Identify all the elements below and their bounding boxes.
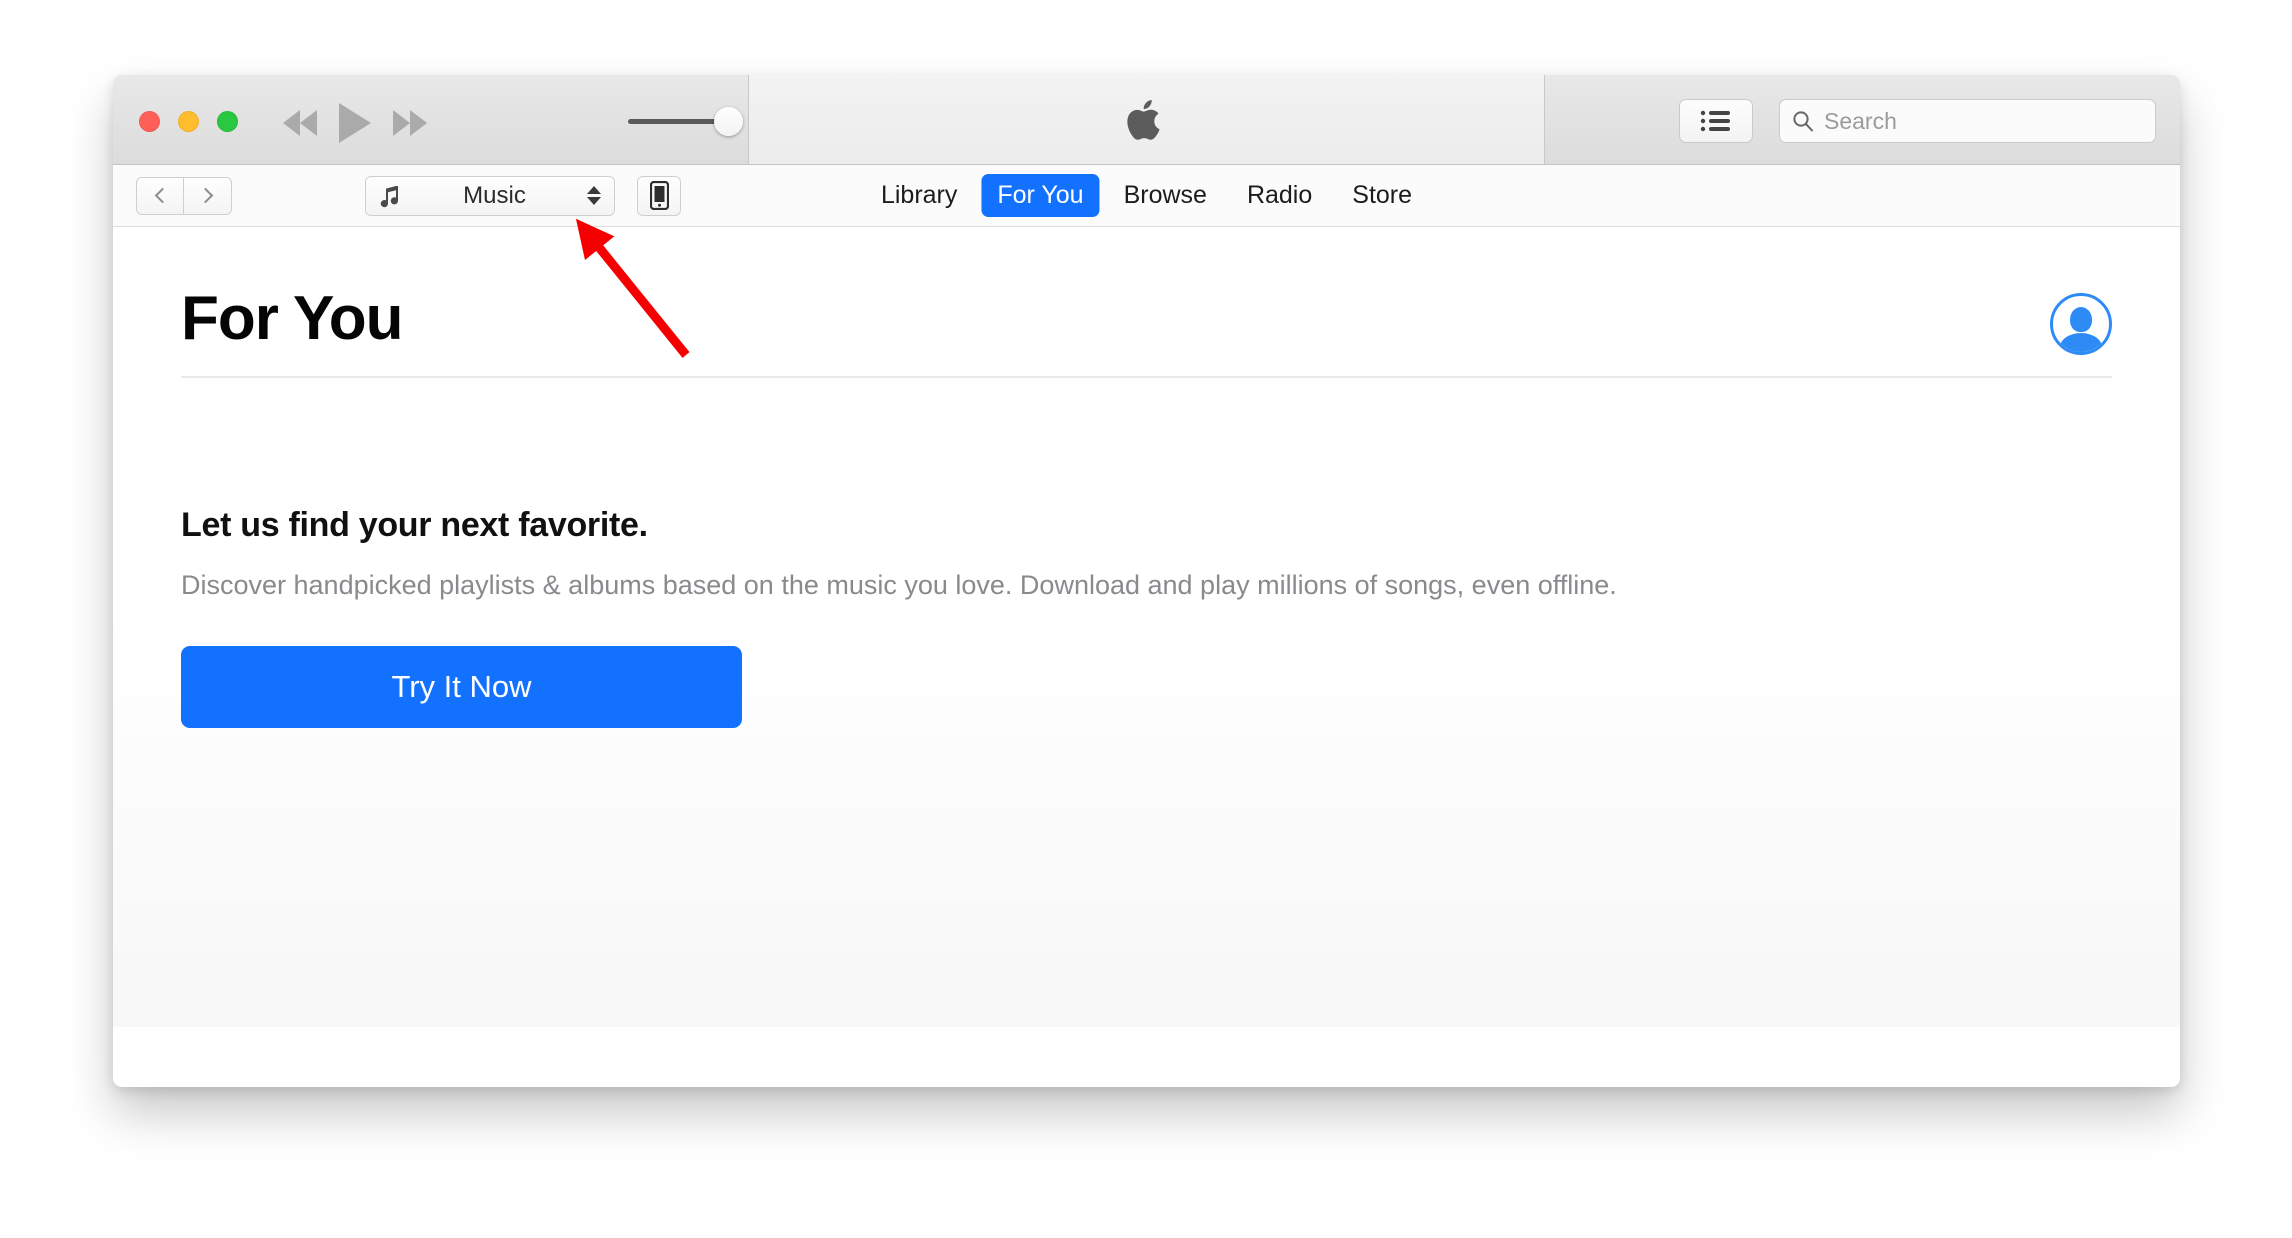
itunes-window: Search Music Library For You Browse Radi… (113, 75, 2180, 1087)
fast-forward-icon (393, 110, 427, 136)
promo-heading: Let us find your next favorite. (181, 506, 648, 544)
tab-radio[interactable]: Radio (1231, 174, 1328, 217)
zoom-button[interactable] (217, 111, 238, 132)
main-tabs: Library For You Browse Radio Store (865, 174, 1428, 217)
titlebar: Search (113, 75, 2180, 165)
list-view-button[interactable] (1679, 99, 1753, 143)
search-placeholder: Search (1824, 107, 1897, 134)
history-nav (136, 176, 232, 215)
content-footer (113, 1027, 2180, 1087)
promo-description: Discover handpicked playlists & albums b… (181, 570, 1617, 600)
page-title: For You (181, 284, 403, 353)
close-button[interactable] (139, 111, 160, 132)
play-button[interactable] (339, 103, 371, 143)
content-area: For You Let us find your next favorite. … (113, 227, 2180, 1087)
play-icon (339, 103, 371, 143)
volume-slider[interactable] (628, 107, 753, 136)
music-note-icon (380, 185, 399, 207)
search-icon (1793, 111, 1813, 132)
iphone-icon (649, 181, 669, 210)
volume-knob[interactable] (714, 107, 743, 136)
promo-block: Let us find your next favorite. Discover… (181, 506, 2180, 728)
rewind-icon (283, 110, 317, 136)
tab-for-you[interactable]: For You (981, 174, 1100, 217)
volume-track (628, 119, 728, 124)
source-select[interactable]: Music (365, 175, 615, 216)
try-it-now-button[interactable]: Try It Now (181, 645, 742, 728)
window-controls (139, 111, 238, 132)
transport-controls (283, 103, 427, 143)
fast-forward-button[interactable] (393, 110, 427, 136)
rewind-button[interactable] (283, 110, 317, 136)
forward-button[interactable] (184, 176, 232, 215)
account-avatar-button[interactable] (2050, 293, 2112, 355)
tab-browse[interactable]: Browse (1108, 174, 1223, 217)
page-header: For You (181, 227, 2112, 355)
tab-library[interactable]: Library (865, 174, 973, 217)
back-button[interactable] (136, 176, 184, 215)
list-icon (1700, 110, 1730, 132)
source-select-label: Music (463, 181, 526, 209)
chevron-left-icon (154, 187, 170, 204)
apple-logo-icon (1126, 99, 1160, 140)
minimize-button[interactable] (178, 111, 199, 132)
device-button[interactable] (637, 175, 681, 216)
lcd-status-panel (748, 75, 1545, 164)
tab-store[interactable]: Store (1336, 174, 1428, 217)
chevron-updown-icon (587, 186, 601, 205)
search-field[interactable]: Search (1779, 99, 2156, 143)
avatar-icon (2070, 307, 2092, 332)
screenshot-root: Search Music Library For You Browse Radi… (0, 0, 2292, 1238)
navigation-bar: Music Library For You Browse Radio Store (113, 165, 2180, 227)
chevron-right-icon (197, 187, 214, 204)
header-divider (181, 376, 2112, 378)
titlebar-right-tools: Search (1679, 99, 2156, 143)
